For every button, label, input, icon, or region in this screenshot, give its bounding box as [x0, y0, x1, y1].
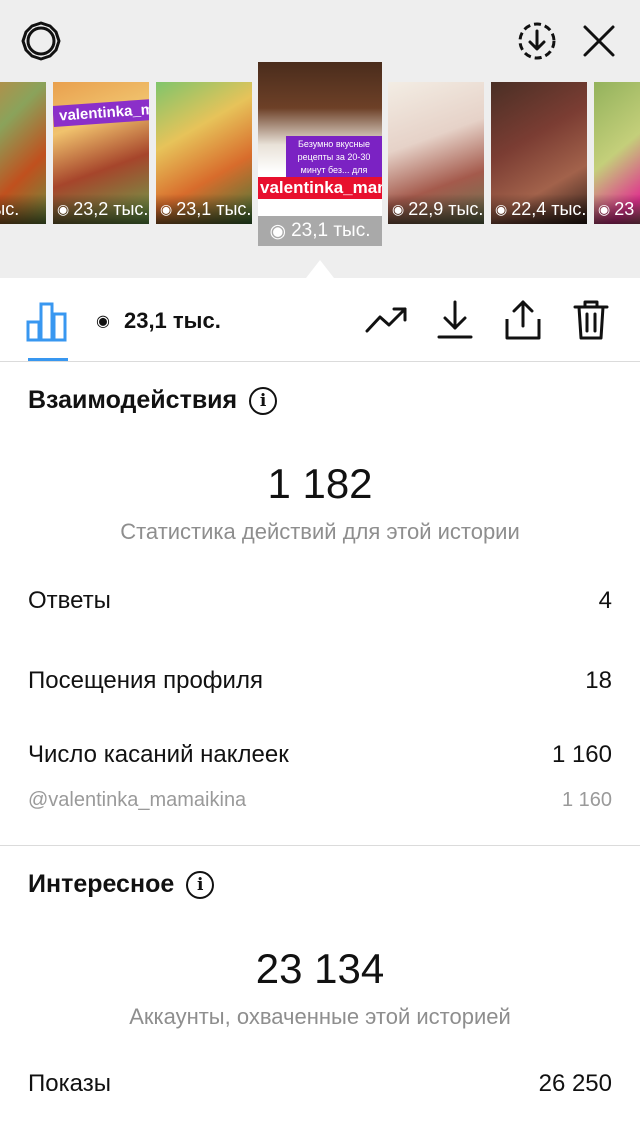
story-thumbnail[interactable]: 2,5 тыс.: [0, 82, 46, 224]
story-thumbnail[interactable]: ◉ 23,1 тыс.: [156, 82, 252, 224]
section-divider: [0, 845, 640, 846]
selection-pointer: [306, 260, 334, 278]
selected-story-thumbnail[interactable]: Безумно вкусные рецепты за 20-30 минут б…: [258, 62, 382, 246]
eye-icon: ◉: [392, 200, 405, 217]
download-icon: [437, 300, 473, 339]
thumbnail-views: ◉ 23,2 тыс.: [53, 194, 149, 224]
discovery-subtitle: Аккаунты, охваченные этой историей: [129, 1004, 511, 1029]
story-thumbnail[interactable]: ◉ 22,4 тыс.: [491, 82, 587, 224]
share-icon: [505, 300, 541, 340]
thumbnail-views: ◉ 23: [594, 194, 640, 224]
eye-icon: ◉: [495, 200, 508, 217]
delete-button[interactable]: [569, 298, 613, 342]
stat-value: 4: [598, 587, 612, 614]
story-archive-header: 2,5 тыс. valentinka_mamaikina ◉ 23,2 тыс…: [0, 0, 640, 278]
stat-row-sticker-mention[interactable]: @valentinka_mamaikina 1 160: [28, 789, 612, 812]
stat-value: 26 250: [538, 1070, 612, 1097]
selected-story-views: ◉ 23,1 тыс.: [258, 216, 382, 246]
sticker-value: 1 160: [561, 789, 612, 811]
stat-label: Число касаний наклеек: [28, 741, 289, 768]
thumbnail-views: ◉ 22,4 тыс.: [491, 194, 587, 224]
info-icon[interactable]: i: [186, 870, 215, 899]
discovery-total: 23 134: [255, 945, 385, 992]
thumbnail-views: ◉ 23,1 тыс.: [156, 194, 252, 224]
thumbnail-views: ◉ 22,9 тыс.: [388, 194, 484, 224]
eye-icon: ◉: [598, 200, 611, 217]
close-icon: [583, 25, 615, 57]
discovery-title: Интересное: [28, 870, 175, 898]
download-button[interactable]: [433, 298, 477, 342]
stat-value: 1 160: [551, 741, 612, 768]
story-thumbnail[interactable]: ◉ 22,9 тыс.: [388, 82, 484, 224]
stat-label: Посещения профиля: [28, 667, 263, 694]
interactions-title: Взаимодействия: [28, 386, 238, 414]
promote-button[interactable]: [365, 298, 409, 342]
stat-row-profile-visits: Посещения профиля 18: [28, 667, 612, 695]
stat-label: Показы: [28, 1070, 111, 1097]
story-thumbnail[interactable]: ◉ 23: [594, 82, 640, 224]
sticker-label: @valentinka_mamaikina: [28, 789, 247, 811]
bar-chart-icon: [26, 302, 67, 342]
stat-row-replies: Ответы 4: [28, 587, 612, 615]
eye-icon: ◉: [160, 200, 173, 217]
eye-icon: ◉: [57, 200, 70, 217]
stat-value: 18: [585, 667, 612, 694]
stat-row-sticker-taps: Число касаний наклеек 1 160: [28, 741, 612, 769]
active-tab-indicator: [28, 358, 68, 361]
info-icon[interactable]: i: [249, 386, 278, 415]
thumbnail-views: 2,5 тыс.: [0, 194, 46, 224]
trash-icon: [573, 300, 609, 340]
views-count: 23,1 тыс.: [123, 308, 221, 333]
eye-icon: ◉: [96, 313, 110, 330]
close-button[interactable]: [576, 18, 622, 64]
story-thumbnail[interactable]: valentinka_mamaikina ◉ 23,2 тыс.: [53, 82, 149, 224]
settings-icon: [21, 21, 61, 61]
stat-label: Ответы: [28, 587, 111, 614]
story-handle: valentinka_mamaikina: [258, 177, 382, 199]
share-button[interactable]: [501, 298, 545, 342]
save-story-button[interactable]: [514, 18, 560, 64]
eye-icon: ◉: [269, 220, 287, 242]
trend-icon: [365, 307, 407, 333]
insights-tab[interactable]: [26, 300, 68, 342]
story-action-bar: ◉ 23,1 тыс.: [0, 278, 640, 362]
thumbnail-tag: valentinka_mamaikina: [53, 94, 149, 127]
discovery-section-header: Интересное i: [28, 870, 215, 899]
story-views-total: ◉ 23,1 тыс.: [96, 308, 221, 334]
save-icon: [518, 22, 556, 60]
interactions-subtitle: Статистика действий для этой истории: [120, 519, 520, 544]
settings-button[interactable]: [18, 18, 64, 64]
interactions-section-header: Взаимодействия i: [28, 386, 278, 415]
stat-row-impressions: Показы 26 250: [28, 1070, 612, 1098]
interactions-total: 1 182: [267, 460, 373, 507]
